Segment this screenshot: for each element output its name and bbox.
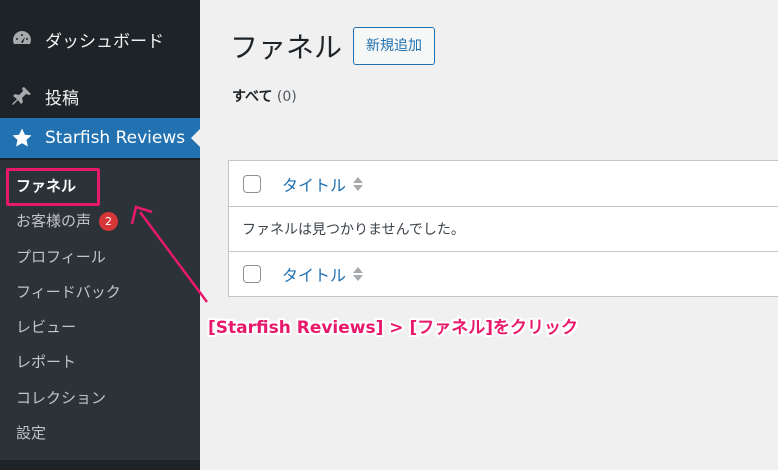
menu-item-label: 投稿 — [45, 88, 79, 109]
column-title-sort-link[interactable]: タイトル — [282, 172, 346, 196]
submenu-item-profiles[interactable]: プロフィール — [16, 245, 106, 269]
submenu-item-collections[interactable]: コレクション — [16, 386, 106, 410]
submenu-item-reviews[interactable]: レビュー — [16, 315, 76, 339]
submenu-item-reports[interactable]: レポート — [16, 350, 76, 374]
submenu-item-label: フィードバック — [16, 283, 121, 301]
dashboard-icon — [10, 27, 34, 51]
active-indicator — [191, 129, 200, 147]
table-header-row: タイトル — [229, 161, 778, 207]
filter-count: (0) — [276, 89, 297, 105]
funnels-table: タイトル ファネルは見つかりませんでした。 タイトル — [228, 160, 778, 297]
empty-message: ファネルは見つかりませんでした。 — [242, 222, 465, 238]
submenu-item-label: レビュー — [16, 318, 77, 336]
submenu-item-label: レポート — [16, 353, 77, 371]
highlight-box — [6, 168, 100, 206]
submenu-item-testimonials[interactable]: お客様の声 2 — [16, 209, 119, 233]
select-all-checkbox[interactable] — [243, 174, 261, 193]
submenu-item-label: お客様の声 — [16, 212, 92, 230]
sort-icon[interactable] — [353, 267, 364, 281]
main-content: ファネル 新規追加 すべて (0) タイトル ファネルは見つかりませんでした。 … — [200, 0, 778, 470]
table-footer-row: タイトル — [229, 252, 778, 296]
submenu-item-settings[interactable]: 設定 — [16, 421, 46, 445]
annotation-text: [Starfish Reviews] > [ファネル]をクリック — [208, 318, 579, 338]
select-all-checkbox-footer[interactable] — [243, 265, 261, 283]
sort-icon[interactable] — [353, 176, 364, 191]
menu-item-label: ダッシュボード — [45, 31, 164, 52]
page-title: ファネル — [230, 31, 343, 64]
submenu-item-label: 設定 — [16, 424, 47, 442]
pin-icon — [10, 84, 34, 108]
status-filter: すべて (0) — [232, 86, 297, 106]
star-icon — [10, 126, 34, 150]
menu-item-starfish-reviews[interactable]: Starfish Reviews — [0, 118, 200, 158]
table-row: ファネルは見つかりませんでした。 — [229, 207, 778, 252]
admin-sidebar: ダッシュボード 投稿 Starfish Reviews ファネル お客様の声 2… — [0, 0, 200, 470]
menu-item-posts[interactable]: 投稿 — [0, 76, 200, 116]
menu-item-dashboard[interactable]: ダッシュボード — [0, 19, 200, 59]
submenu-item-label: プロフィール — [16, 248, 106, 266]
filter-all-link[interactable]: すべて — [232, 89, 272, 105]
count-badge: 2 — [99, 211, 119, 231]
column-title-sort-link-footer[interactable]: タイトル — [282, 262, 346, 286]
submenu-item-label: コレクション — [16, 389, 107, 407]
submenu-item-feedback[interactable]: フィードバック — [16, 280, 121, 304]
menu-item-label: Starfish Reviews — [45, 128, 186, 148]
add-new-button[interactable]: 新規追加 — [353, 27, 435, 65]
